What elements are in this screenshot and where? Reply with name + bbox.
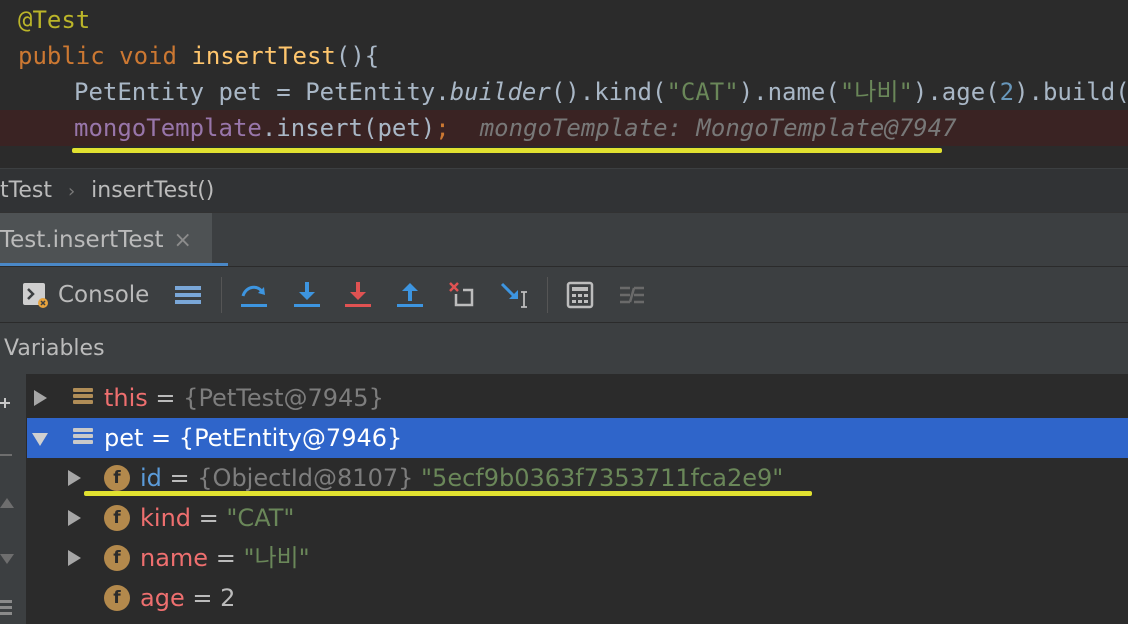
- trace-stream-button[interactable]: [618, 277, 646, 313]
- show-frames-button[interactable]: [174, 277, 202, 313]
- step-over-button[interactable]: [240, 277, 268, 313]
- debug-toolbar: Console: [0, 266, 1128, 323]
- expand-arrow-icon[interactable]: [34, 390, 47, 406]
- variables-tree[interactable]: this = {PetTest@7945} pet = {PetEntity@7…: [27, 374, 1128, 624]
- variable-value: 2: [220, 584, 236, 612]
- console-label: Console: [58, 282, 150, 308]
- breadcrumb-separator: ›: [67, 181, 76, 202]
- stack-variable-icon: [73, 388, 93, 408]
- drop-frame-icon: [449, 282, 474, 307]
- string-literal: "CAT": [666, 78, 739, 106]
- run-to-cursor-icon: [500, 282, 527, 308]
- variable-ref: {PetEntity@7946}: [178, 424, 403, 452]
- code-line-method-signature: public void insertTest(){: [0, 38, 1128, 74]
- field-icon: f: [104, 585, 130, 611]
- field-reference: mongoTemplate: [74, 114, 262, 142]
- console-icon: [23, 283, 48, 308]
- keyword-text: public void: [18, 42, 192, 70]
- stream-trace-icon: [620, 286, 644, 304]
- step-out-icon: [397, 283, 423, 307]
- string-literal: "나비": [839, 78, 913, 106]
- code-fragment: ).name(: [738, 78, 840, 106]
- evaluate-expression-button[interactable]: [566, 277, 594, 313]
- field-icon: f: [104, 545, 130, 571]
- collapse-arrow-icon[interactable]: [32, 433, 48, 446]
- watches-icon[interactable]: [0, 596, 14, 620]
- add-icon[interactable]: [0, 392, 14, 414]
- variable-row-name[interactable]: f name = "나비": [27, 538, 1128, 578]
- variable-value: "CAT": [226, 504, 295, 532]
- code-line-annotation: @Test: [0, 2, 1128, 38]
- code-line-builder: PetEntity pet = PetEntity.builder().kind…: [0, 74, 1128, 110]
- semicolon: ;: [435, 114, 450, 142]
- drop-frame-button[interactable]: [448, 277, 476, 313]
- variable-row-kind[interactable]: f kind = "CAT": [27, 498, 1128, 538]
- toolbar-separator: [547, 277, 548, 313]
- variable-row-this[interactable]: this = {PetTest@7945}: [27, 378, 1128, 418]
- variable-row-pet[interactable]: pet = {PetEntity@7946}: [27, 418, 1128, 458]
- inline-debug-value: mongoTemplate: MongoTemplate@7947: [479, 114, 957, 142]
- code-fragment: ().kind(: [550, 78, 667, 106]
- step-into-button[interactable]: [293, 277, 321, 313]
- code-fragment: ).age(: [912, 78, 1000, 106]
- stack-variable-icon: [73, 428, 93, 448]
- code-fragment: ).build();: [1014, 78, 1128, 106]
- step-out-button[interactable]: [396, 277, 424, 313]
- remove-icon[interactable]: [0, 454, 12, 456]
- force-step-into-icon: [345, 282, 371, 307]
- console-button[interactable]: Console: [22, 277, 149, 313]
- close-icon[interactable]: ×: [173, 228, 191, 253]
- run-to-cursor-button[interactable]: [500, 277, 530, 313]
- field-icon: f: [104, 465, 130, 491]
- variable-value: "5ecf9b0363f7353711fca2e9": [413, 464, 784, 492]
- force-step-into-button[interactable]: [344, 277, 372, 313]
- tab-label: Test.insertTest: [0, 227, 164, 253]
- move-down-icon[interactable]: [0, 554, 14, 564]
- breadcrumb: tTest › insertTest(): [0, 168, 1128, 213]
- tab-debug-session[interactable]: Test.insertTest ×: [0, 213, 212, 267]
- move-up-icon[interactable]: [0, 498, 14, 508]
- breadcrumb-class[interactable]: tTest: [0, 178, 52, 203]
- variables-side-toolbar: [0, 374, 27, 624]
- variable-name: this: [104, 384, 148, 412]
- variable-row-age[interactable]: f age = 2: [27, 578, 1128, 618]
- variable-name: pet: [104, 424, 144, 452]
- code-fragment: PetEntity pet = PetEntity.: [74, 78, 450, 106]
- number-literal: 2: [999, 78, 1015, 106]
- expand-arrow-icon[interactable]: [68, 470, 81, 486]
- highlight-underline: [84, 491, 812, 496]
- calculator-icon: [566, 281, 594, 309]
- code-editor[interactable]: @Test public void insertTest(){ PetEntit…: [0, 0, 1128, 168]
- signature-rest: (){: [335, 42, 380, 70]
- method-name: insertTest: [191, 42, 336, 70]
- variables-title: Variables: [4, 336, 105, 361]
- code-line-execution-point[interactable]: mongoTemplate.insert(pet); mongoTemplate:…: [0, 110, 1128, 146]
- step-over-icon: [241, 285, 267, 307]
- highlight-underline: [72, 148, 942, 153]
- variable-name: kind: [140, 504, 192, 532]
- breadcrumb-method[interactable]: insertTest(): [91, 178, 214, 203]
- variable-name: id: [140, 464, 162, 492]
- debug-tab-bar: Test.insertTest ×: [0, 212, 1128, 267]
- code-fragment: .insert(pet): [261, 114, 436, 142]
- field-icon: f: [104, 505, 130, 531]
- expand-arrow-icon[interactable]: [68, 510, 81, 526]
- annotation-text: @Test: [18, 6, 91, 34]
- variable-name: age: [140, 584, 185, 612]
- code-fragment: builder: [449, 78, 551, 106]
- toolbar-separator: [221, 277, 222, 313]
- variable-ref: {PetTest@7945}: [183, 384, 384, 412]
- list-icon: [175, 286, 201, 304]
- step-into-icon: [294, 282, 320, 307]
- variable-name: name: [140, 544, 209, 572]
- variables-header: Variables: [0, 322, 1128, 375]
- variable-value: "나비": [243, 544, 310, 572]
- variable-ref: {ObjectId@8107}: [197, 464, 414, 492]
- expand-arrow-icon[interactable]: [68, 550, 81, 566]
